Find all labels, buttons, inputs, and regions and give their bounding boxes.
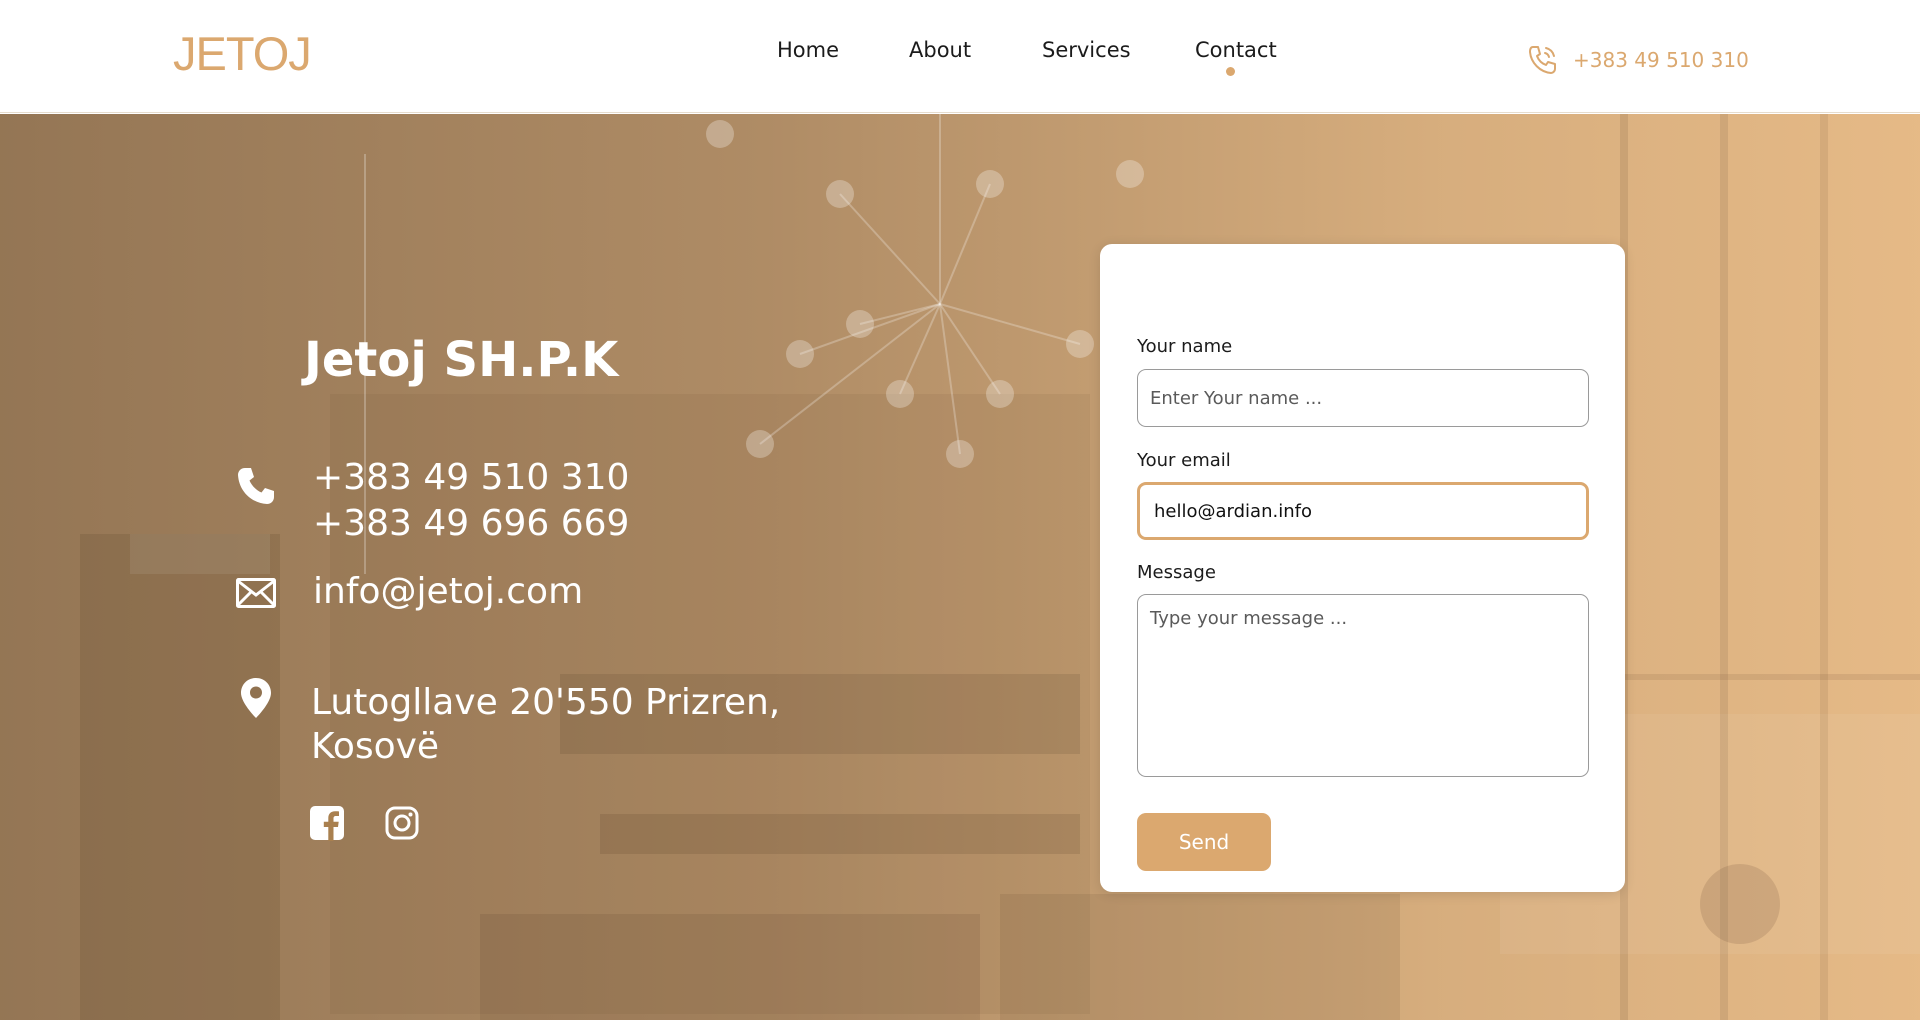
email-label: Your email xyxy=(1137,450,1231,471)
nav-home[interactable]: Home xyxy=(777,38,839,62)
location-pin-icon xyxy=(241,678,271,718)
active-nav-indicator xyxy=(1226,67,1235,76)
send-button[interactable]: Send xyxy=(1137,813,1271,871)
restaurant-background-image xyxy=(80,114,1920,1020)
header-phone[interactable]: +383 49 510 310 xyxy=(1525,42,1749,78)
email-link[interactable]: info@jetoj.com xyxy=(313,569,583,615)
address-line-1: Lutogllave 20'550 Prizren, xyxy=(311,682,781,723)
facebook-icon[interactable] xyxy=(309,805,345,841)
contact-hero xyxy=(0,114,1920,1020)
message-label: Message xyxy=(1137,562,1216,583)
name-label: Your name xyxy=(1137,336,1233,357)
name-input[interactable] xyxy=(1137,369,1589,427)
phone-number-1[interactable]: +383 49 510 310 xyxy=(313,455,629,501)
phone-icon xyxy=(238,468,274,504)
nav-services[interactable]: Services xyxy=(1042,38,1131,62)
message-textarea[interactable] xyxy=(1137,594,1589,777)
phone-ringing-icon xyxy=(1529,46,1556,74)
contact-form: Your name Your email Message Send xyxy=(1100,244,1625,892)
company-name: Jetoj SH.P.K xyxy=(304,332,619,388)
nav-about[interactable]: About xyxy=(909,38,971,62)
header-phone-number: +383 49 510 310 xyxy=(1573,48,1749,72)
address-line-2: Kosovë xyxy=(311,726,440,767)
phone-number-2[interactable]: +383 49 696 669 xyxy=(313,501,629,547)
email-input[interactable] xyxy=(1137,482,1589,540)
mail-icon xyxy=(236,578,276,608)
instagram-icon[interactable] xyxy=(384,805,420,841)
nav-contact[interactable]: Contact xyxy=(1195,38,1277,62)
site-header: JETOJ Home About Services Contact +383 4… xyxy=(0,0,1920,113)
